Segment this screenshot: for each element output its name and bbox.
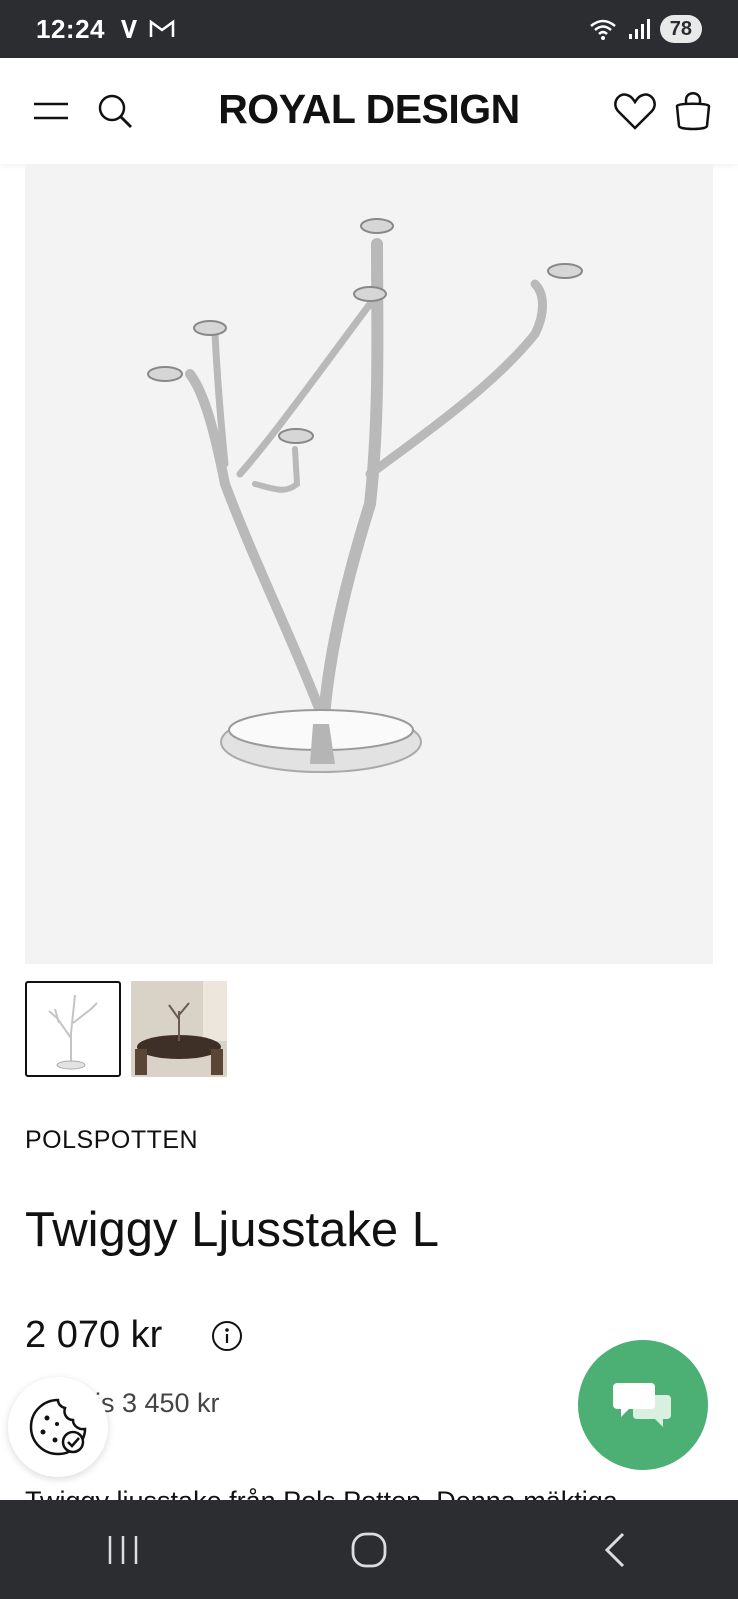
thumbnail-room-icon	[131, 981, 227, 1077]
bag-icon	[675, 92, 711, 131]
cookie-icon	[29, 1398, 87, 1456]
product-brand[interactable]: POLSPOTTEN	[25, 1126, 198, 1155]
thumbnail-strip	[25, 981, 227, 1077]
battery-badge: 78	[659, 15, 702, 43]
status-right: 78	[588, 15, 702, 43]
status-time: 12:24	[36, 13, 105, 44]
signal-icon	[628, 19, 650, 39]
thumbnail-2[interactable]	[131, 981, 227, 1077]
product-title: Twiggy Ljusstake L	[25, 1203, 439, 1257]
recents-button[interactable]	[63, 1520, 183, 1580]
heart-icon	[614, 93, 656, 130]
gmail-icon	[149, 19, 175, 37]
site-header: ROYAL DESIGN	[0, 58, 738, 164]
cookie-settings-button[interactable]	[8, 1377, 108, 1477]
home-button[interactable]	[309, 1520, 429, 1580]
product-price: 2 070 kr	[25, 1314, 163, 1356]
candelabra-illustration	[147, 218, 583, 773]
chat-icon	[613, 1383, 671, 1427]
thumbnail-1[interactable]	[25, 981, 121, 1077]
notification-icons	[119, 18, 175, 40]
home-icon	[351, 1532, 387, 1567]
price-info-button[interactable]	[211, 1320, 242, 1351]
system-nav-bar	[0, 1500, 738, 1599]
product-image[interactable]	[25, 164, 713, 964]
thumbnail-candelabra-icon	[48, 994, 98, 1070]
back-button[interactable]	[555, 1520, 675, 1580]
info-icon	[212, 1321, 242, 1351]
product-description: Twiggy ljusstake från Pols Potten. Denna…	[25, 1484, 713, 1500]
status-bar: 12:24 78	[0, 0, 738, 58]
cart-button[interactable]	[668, 86, 718, 136]
v-app-icon	[121, 20, 137, 38]
back-icon	[604, 1532, 625, 1567]
chat-button[interactable]	[578, 1340, 708, 1470]
wifi-icon	[589, 19, 616, 40]
wishlist-button[interactable]	[610, 86, 660, 136]
recents-icon	[108, 1535, 138, 1564]
